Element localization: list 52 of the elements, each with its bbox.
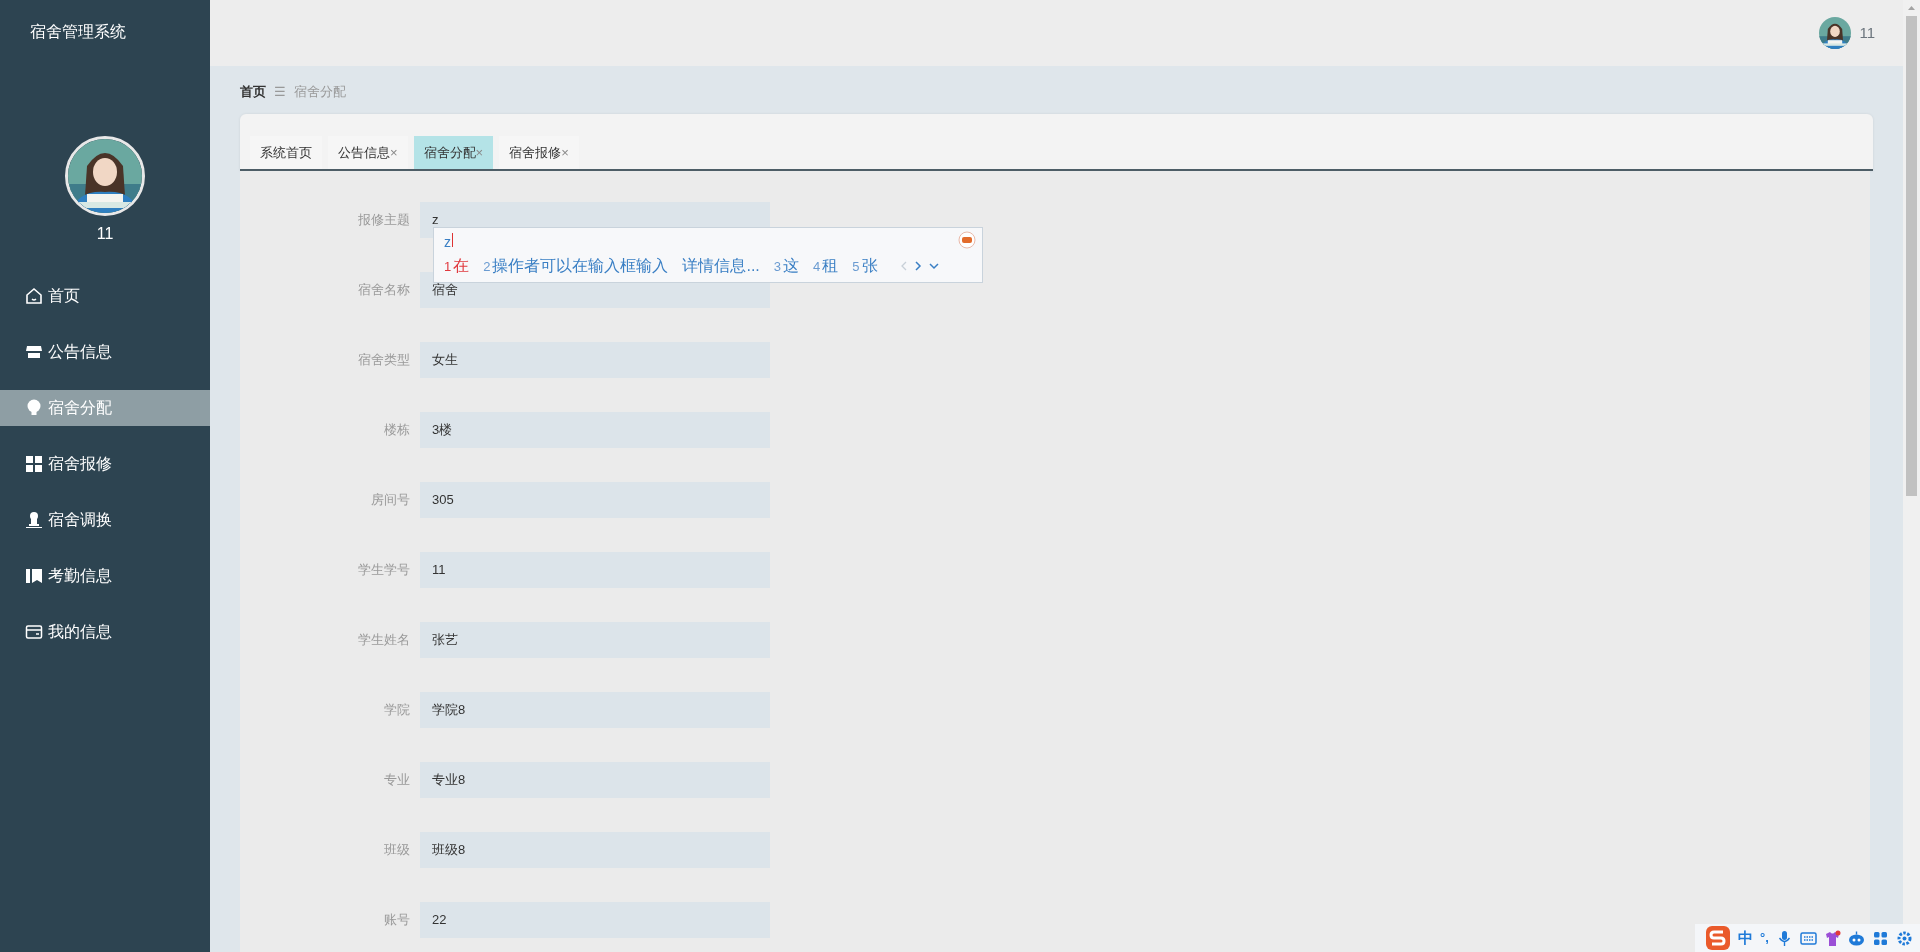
sidebar-item[interactable]: 首页 bbox=[0, 268, 210, 324]
ime-logo-icon[interactable] bbox=[1705, 925, 1731, 951]
user-name: 11 bbox=[96, 224, 114, 244]
breadcrumb-item: 宿舍分配 bbox=[293, 83, 346, 101]
user-icon bbox=[24, 510, 44, 530]
grid-icon bbox=[24, 454, 44, 474]
sidebar-item[interactable]: 宿舍报修 bbox=[0, 436, 210, 492]
user-avatar[interactable] bbox=[1819, 17, 1852, 49]
input-field[interactable]: 张艺 bbox=[420, 622, 770, 658]
field-label: 学院 bbox=[383, 701, 411, 720]
input-field[interactable]: 11 bbox=[420, 552, 770, 588]
keyboard-icon[interactable] bbox=[1799, 929, 1817, 947]
input-field[interactable]: 3楼 bbox=[420, 412, 770, 448]
sidebar-item[interactable]: 公告信息 bbox=[0, 324, 210, 380]
field-label: 班级 bbox=[383, 841, 411, 860]
tab[interactable]: 宿舍分配× bbox=[413, 135, 494, 169]
field-label: 学生学号 bbox=[357, 561, 411, 580]
sidebar-item[interactable]: 考勤信息 bbox=[0, 548, 210, 604]
punctuation-toggle[interactable]: °, bbox=[1760, 928, 1769, 948]
shirt-icon[interactable] bbox=[1823, 929, 1841, 947]
input-field[interactable]: 专业8 bbox=[420, 762, 770, 798]
app-title: 宿舍管理系统 bbox=[29, 22, 127, 42]
book-icon bbox=[24, 566, 44, 586]
field-label: 专业 bbox=[383, 771, 411, 790]
input-field[interactable]: 女生 bbox=[420, 342, 770, 378]
field-label: 报修主题 bbox=[357, 211, 411, 230]
mascot-icon bbox=[958, 231, 976, 249]
field-label: 宿舍名称 bbox=[357, 281, 411, 300]
field-label: 房间号 bbox=[370, 491, 411, 510]
apps-icon[interactable] bbox=[1871, 929, 1889, 947]
home-icon bbox=[24, 286, 44, 306]
field-label: 账号 bbox=[383, 911, 411, 930]
settings-icon[interactable] bbox=[1895, 929, 1913, 947]
input-field[interactable]: 学院8 bbox=[420, 692, 770, 728]
user-name[interactable]: 11 bbox=[1859, 21, 1875, 45]
language-toggle[interactable]: 中 bbox=[1738, 926, 1753, 950]
ime-candidate[interactable]: 5 张 bbox=[852, 254, 878, 278]
robot-icon[interactable] bbox=[1847, 929, 1865, 947]
ime-candidate[interactable]: 4租 bbox=[813, 254, 839, 278]
input-field[interactable]: 305 bbox=[420, 482, 770, 518]
sidebar-item[interactable]: 我的信息 bbox=[0, 604, 210, 660]
input-field[interactable]: 22 bbox=[420, 902, 770, 938]
breadcrumb-separator: ☰ bbox=[274, 83, 286, 101]
field-label: 宿舍类型 bbox=[357, 351, 411, 370]
sidebar-item[interactable]: 宿舍调换 bbox=[0, 492, 210, 548]
ime-candidate[interactable]: 3这 bbox=[773, 254, 800, 278]
wallet-icon bbox=[24, 622, 44, 642]
close-icon[interactable]: × bbox=[561, 144, 569, 160]
field-label: 学生姓名 bbox=[357, 631, 411, 650]
input-field[interactable]: 班级8 bbox=[420, 832, 770, 868]
breadcrumb-item[interactable]: 首页 bbox=[240, 82, 266, 102]
field-label: 楼栋 bbox=[383, 421, 411, 440]
